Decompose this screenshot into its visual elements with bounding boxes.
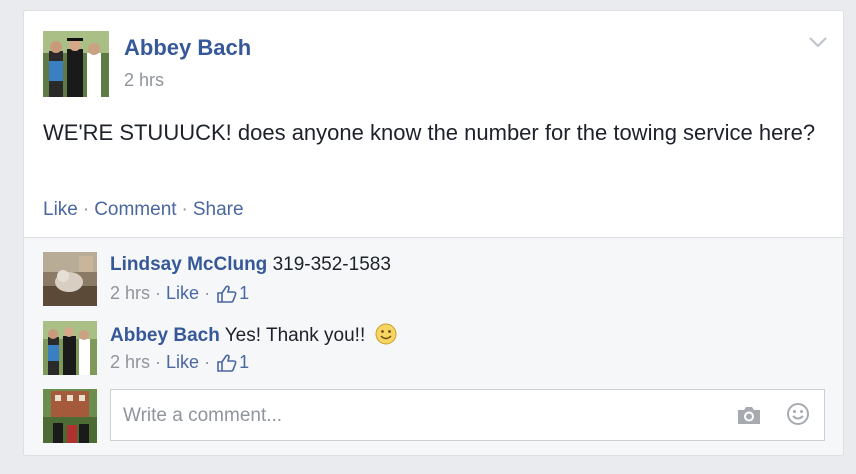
comment-input[interactable]	[121, 390, 715, 442]
comment-like-count[interactable]: 1	[217, 283, 249, 304]
post-text: WE'RE STUUUCK! does anyone know the numb…	[43, 120, 816, 145]
post-card: Abbey Bach 2 hrs WE'RE STUUUCK! does any…	[23, 10, 844, 456]
comment-item: Lindsay McClung 319-352-1583 2 hrs · Lik…	[43, 252, 823, 306]
comment-timestamp[interactable]: 2 hrs	[110, 283, 150, 304]
comment-text: 319-352-1583	[272, 254, 391, 275]
like-count-value: 1	[239, 283, 250, 303]
meta-separator: ·	[155, 283, 162, 303]
action-separator: ·	[181, 199, 188, 220]
like-count-value: 1	[239, 352, 250, 372]
action-separator: ·	[82, 199, 90, 220]
comment-like-link[interactable]: Like	[166, 283, 199, 304]
comment-text: Yes! Thank you!!	[224, 325, 366, 346]
emoji-icon[interactable]	[786, 402, 810, 426]
post-actions: Like · Comment · Share	[43, 199, 244, 221]
commenter-name[interactable]: Lindsay McClung	[110, 254, 267, 275]
author-avatar[interactable]	[43, 31, 109, 97]
smiley-icon	[375, 323, 397, 351]
meta-separator: ·	[155, 352, 162, 372]
comment-item: Abbey Bach Yes! Thank you!! 2 hrs · Like…	[43, 321, 823, 375]
comment-action[interactable]: Comment	[94, 199, 176, 220]
comments-section: Lindsay McClung 319-352-1583 2 hrs · Lik…	[24, 237, 843, 455]
comment-timestamp[interactable]: 2 hrs	[110, 352, 150, 373]
meta-separator: ·	[204, 352, 211, 372]
comment-like-count[interactable]: 1	[217, 352, 249, 373]
post-author-name[interactable]: Abbey Bach	[124, 35, 251, 61]
post-timestamp[interactable]: 2 hrs	[124, 70, 164, 91]
commenter-avatar[interactable]	[43, 321, 97, 375]
camera-icon[interactable]	[736, 404, 762, 426]
current-user-avatar[interactable]	[43, 389, 97, 443]
like-action[interactable]: Like	[43, 199, 78, 220]
comment-like-link[interactable]: Like	[166, 352, 199, 373]
share-action[interactable]: Share	[193, 199, 244, 220]
commenter-name[interactable]: Abbey Bach	[110, 325, 220, 346]
chevron-down-icon[interactable]	[807, 35, 829, 49]
meta-separator: ·	[204, 283, 211, 303]
thumbs-up-icon	[217, 285, 237, 303]
commenter-avatar[interactable]	[43, 252, 97, 306]
thumbs-up-icon	[217, 354, 237, 372]
comment-composer[interactable]	[110, 389, 825, 442]
